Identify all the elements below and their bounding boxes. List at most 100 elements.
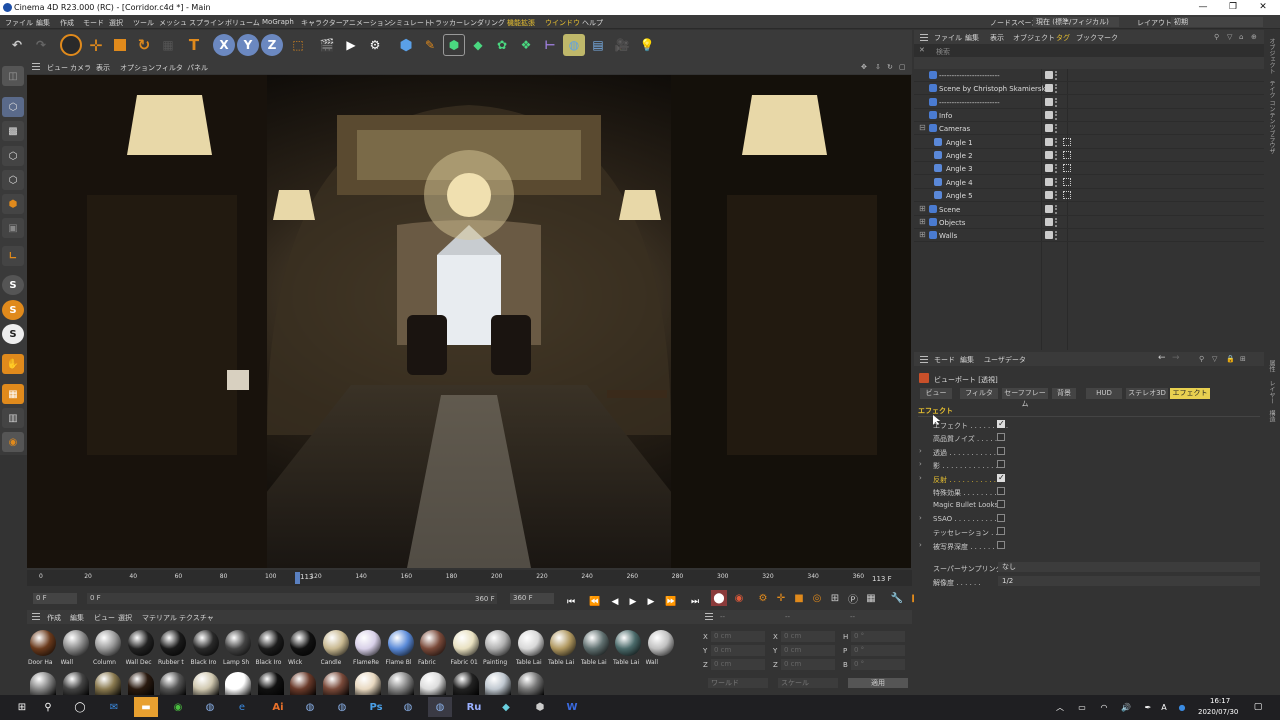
back-arrow-icon[interactable]: ← (1158, 353, 1166, 363)
enabled-check-icon[interactable] (1045, 217, 1053, 226)
field-icon[interactable]: ◍ (563, 34, 585, 56)
tab-effects[interactable]: エフェクト (1170, 388, 1210, 399)
material-swatch[interactable] (127, 672, 154, 695)
visibility-dots-icon[interactable] (1055, 97, 1058, 107)
material-swatch[interactable]: Table Lai (581, 630, 611, 670)
attr-search-icon[interactable]: ⚲ (1199, 355, 1204, 363)
object-row[interactable]: ------------------------ (914, 96, 1264, 109)
resolution-select[interactable]: 1/2 (998, 576, 1260, 586)
object-menu-view[interactable]: 表示 (990, 33, 1004, 43)
z-axis-lock-icon[interactable]: Z (261, 34, 283, 56)
material-swatch[interactable]: Wall (646, 630, 676, 670)
enabled-check-icon[interactable] (1045, 204, 1053, 213)
object-row[interactable]: ⊞ Objects (914, 216, 1264, 229)
enabled-check-icon[interactable] (1045, 151, 1053, 160)
x-axis-lock-icon[interactable]: X (213, 34, 235, 56)
expand-icon[interactable]: ⊞ (919, 204, 926, 213)
scale-tool-icon[interactable] (109, 34, 131, 56)
text-tool-icon[interactable]: T (183, 34, 205, 56)
coord-field[interactable]: 0 cm (711, 645, 765, 656)
effect-checkbox[interactable] (997, 527, 1005, 536)
object-filter-icon[interactable]: ▽ (1227, 33, 1232, 41)
coordinate-system-icon[interactable]: ⬚ (287, 34, 309, 56)
enabled-check-icon[interactable] (1045, 71, 1053, 79)
floor-icon[interactable]: ▤ (587, 34, 609, 56)
enabled-check-icon[interactable] (1045, 191, 1053, 200)
object-row[interactable]: Info (914, 109, 1264, 123)
material-swatch[interactable] (355, 672, 381, 695)
camera-tag-icon[interactable] (1063, 177, 1071, 186)
material-swatch[interactable] (225, 672, 251, 695)
menu-spline[interactable]: スプライン (189, 18, 224, 28)
recent-tools-icon[interactable]: ▦ (157, 34, 179, 56)
effect-checkbox[interactable] (997, 487, 1005, 495)
expand-icon[interactable]: ⊞ (919, 217, 926, 226)
workplane-snap-icon[interactable]: S (2, 324, 24, 344)
start-frame-field[interactable]: 0 F (33, 593, 77, 604)
viewport-move-icon[interactable]: ✥ (861, 63, 867, 71)
object-hamburger-icon[interactable] (920, 34, 928, 41)
viewport-menu-panel[interactable]: パネル (187, 63, 208, 73)
menu-mograph[interactable]: MoGraph (262, 18, 294, 26)
timeline-window-icon[interactable]: 🔧 (889, 590, 905, 606)
visibility-dots-icon[interactable] (1055, 71, 1058, 80)
solo-icon[interactable]: ◉ (2, 432, 24, 452)
rotate-tool-icon[interactable]: ↻ (133, 34, 155, 56)
camera-tag-icon[interactable] (1063, 137, 1071, 146)
coord-field[interactable]: 0 cm (781, 645, 835, 656)
enabled-check-icon[interactable] (1045, 177, 1053, 186)
tab-safe-frame[interactable]: セーフフレーム (1002, 388, 1048, 408)
effect-checkbox[interactable] (997, 473, 1005, 482)
object-row[interactable]: ------------------------ (914, 69, 1264, 82)
visibility-dots-icon[interactable] (1055, 164, 1058, 174)
texture-mode-icon[interactable]: ▩ (2, 121, 24, 141)
material-swatch[interactable]: Column (93, 630, 123, 670)
model-mode-icon[interactable]: ⬡ (2, 97, 24, 117)
coord-field[interactable]: 0 cm (781, 631, 835, 642)
expand-icon[interactable]: ⊟ (919, 123, 926, 132)
menu-file[interactable]: ファイル (5, 18, 33, 28)
preview-range-slider[interactable]: 0 F (87, 593, 497, 604)
minimize-button[interactable]: — (1188, 1, 1218, 14)
cloner-icon[interactable]: ✿ (491, 34, 513, 56)
c4d-icon-2[interactable]: ◍ (298, 697, 322, 717)
effect-checkbox[interactable] (997, 460, 1005, 469)
axis-mode-icon[interactable]: ∟ (2, 246, 24, 266)
illustrator-icon[interactable]: Ai (266, 697, 290, 717)
apply-button[interactable]: 適用 (848, 678, 908, 688)
search-icon[interactable]: ⚲ (36, 697, 60, 717)
material-swatch[interactable] (62, 672, 89, 695)
forward-arrow-icon[interactable]: → (1172, 353, 1180, 363)
pen-tool-icon[interactable]: ✎ (419, 34, 441, 56)
nodespace-select[interactable]: 現在 (標準/フィジカル) (1033, 17, 1119, 27)
material-hamburger-icon[interactable] (32, 613, 40, 620)
material-swatch[interactable]: Table Lai (548, 630, 578, 670)
key-position-icon[interactable]: ⚙ (755, 590, 771, 606)
coord-field[interactable]: 0 cm (781, 659, 835, 670)
object-menu-tag[interactable]: タグ (1056, 33, 1070, 43)
material-swatch[interactable] (290, 672, 316, 695)
tray-chevron-icon[interactable]: ︿ (1048, 697, 1072, 717)
sidetab-structure[interactable]: 構造 (1267, 410, 1276, 422)
enabled-check-icon[interactable] (1045, 84, 1053, 93)
tab-filter[interactable]: フィルタ (960, 388, 998, 399)
coord-field[interactable]: 0 cm (711, 659, 765, 670)
viewport-menu-options[interactable]: オプション (120, 63, 155, 73)
camera-icon[interactable]: 🎥 (611, 34, 633, 56)
visibility-dots-icon[interactable] (1055, 124, 1058, 134)
material-swatch[interactable]: FlameRe (353, 630, 383, 670)
camera-tag-icon[interactable] (1063, 164, 1071, 173)
visibility-dots-icon[interactable] (1055, 84, 1058, 94)
sidetab-objects[interactable]: オブジェクト (1267, 38, 1276, 74)
sidetab-takes[interactable]: テイク (1267, 80, 1276, 98)
menu-create[interactable]: 作成 (60, 18, 74, 28)
attribute-menu-edit[interactable]: 編集 (960, 355, 974, 365)
coords-hamburger-icon[interactable] (705, 613, 713, 620)
word-icon[interactable]: W (560, 697, 584, 717)
cube-icon[interactable]: ⬢ (395, 34, 417, 56)
timeline-ruler[interactable]: 0 20 40 60 80 100 120 140 160 180 200 220 240 260 280 3… (27, 570, 887, 586)
expand-arrow-icon[interactable]: › (919, 460, 922, 468)
light-icon[interactable]: 💡 (636, 34, 658, 56)
viewport-pan-icon[interactable]: ⇩ (875, 63, 881, 71)
snap-icon[interactable]: S (2, 275, 24, 295)
